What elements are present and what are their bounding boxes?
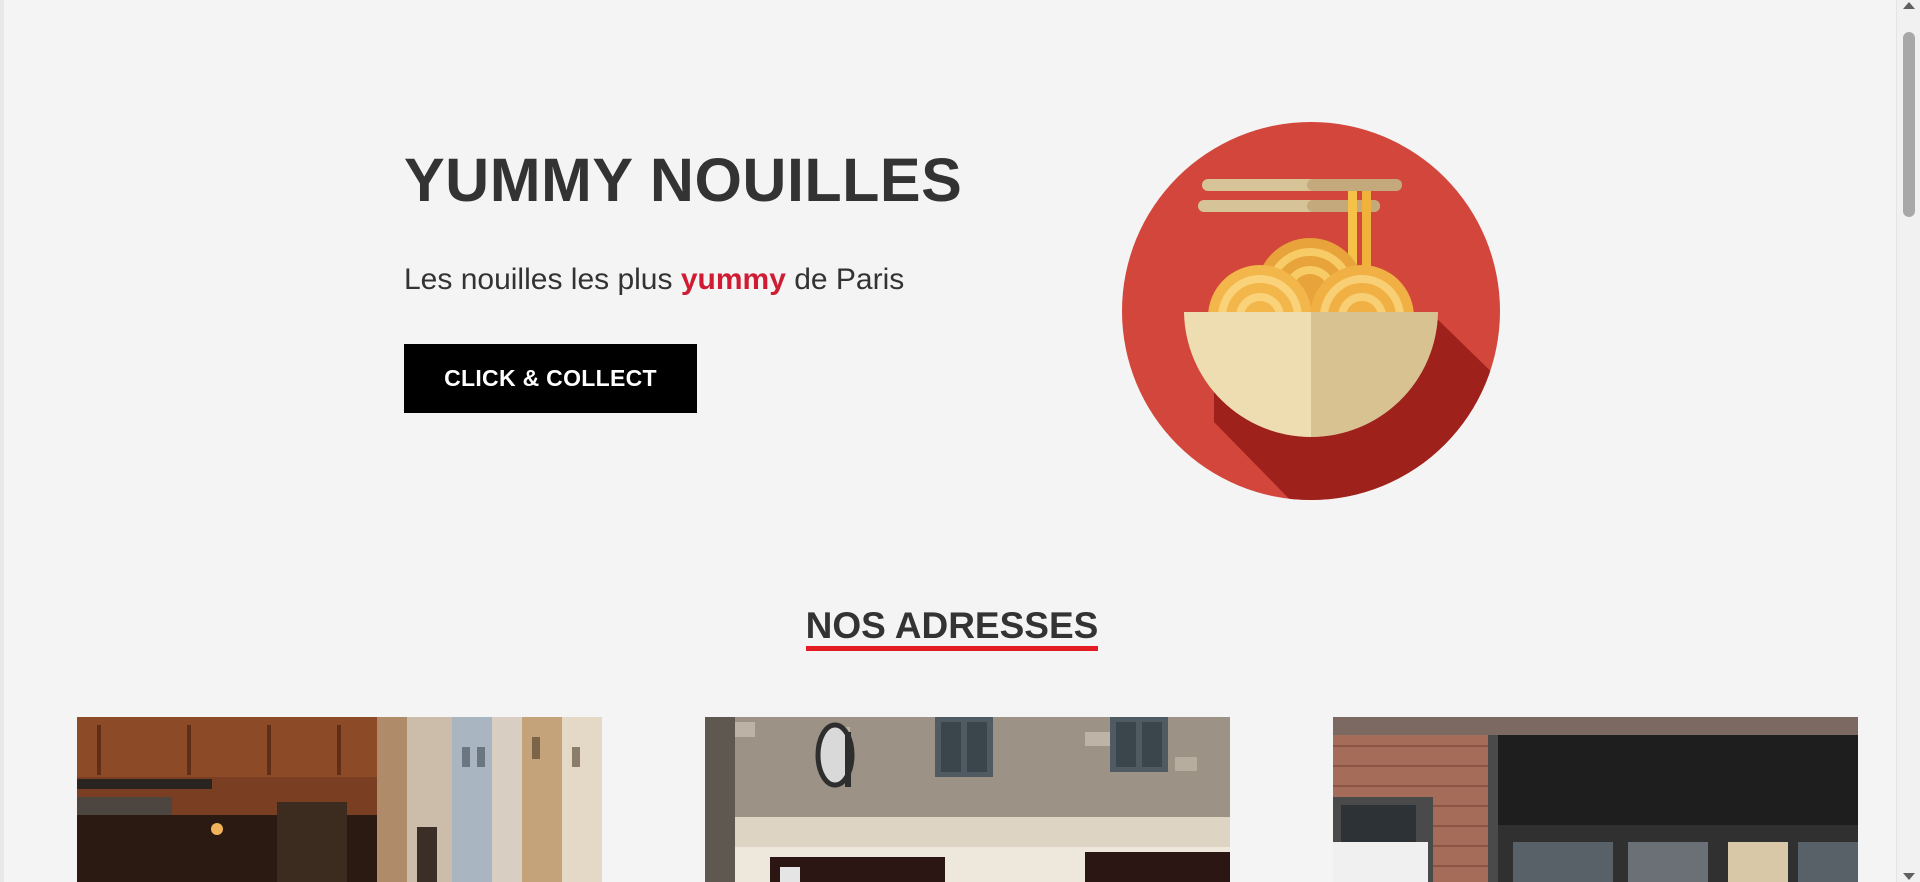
click-and-collect-button[interactable]: CLICK & COLLECT	[404, 344, 697, 413]
restaurant-facade-photo	[705, 717, 1230, 882]
page: YUMMY NOUILLES Les nouilles les plus yum…	[0, 0, 1920, 882]
restaurant-street-photo	[77, 717, 602, 882]
scrollbar-thumb[interactable]	[1903, 32, 1915, 217]
restaurant-brick-storefront-photo	[1333, 717, 1858, 882]
scroll-up-arrow-icon[interactable]	[1903, 2, 1915, 9]
address-card-3[interactable]	[1333, 717, 1858, 882]
addresses-section-title: NOS ADRESSES	[4, 605, 1900, 651]
vertical-scrollbar[interactable]	[1896, 0, 1920, 882]
hero-title: YUMMY NOUILLES	[404, 146, 963, 214]
noodle-bowl-icon	[1122, 122, 1500, 500]
hero-tagline: Les nouilles les plus yummy de Paris	[404, 263, 904, 297]
tagline-accent: yummy	[680, 263, 786, 296]
address-card-1[interactable]	[77, 717, 602, 882]
address-card-2[interactable]	[705, 717, 1230, 882]
tagline-text-end: de Paris	[785, 263, 905, 296]
addresses-title-text: NOS ADRESSES	[805, 606, 1099, 651]
scroll-down-arrow-icon[interactable]	[1903, 873, 1915, 880]
tagline-text-start: Les nouilles les plus	[404, 263, 681, 296]
